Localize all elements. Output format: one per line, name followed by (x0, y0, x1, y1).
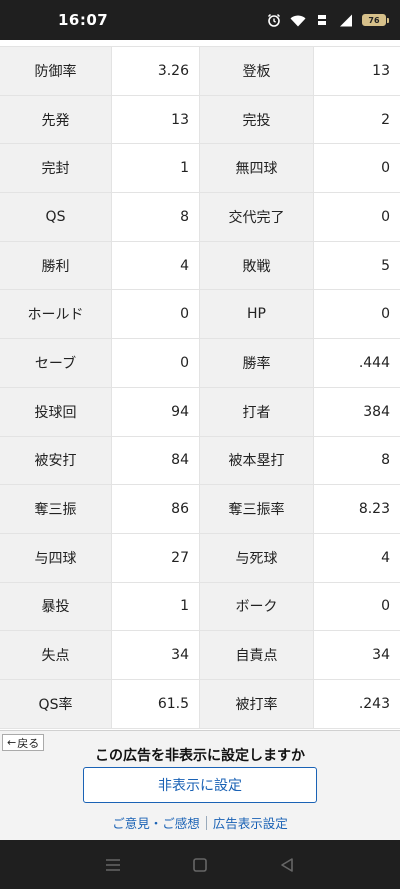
table-row: 暴投 1 ボーク 0 (0, 582, 400, 632)
status-time: 16:07 (58, 11, 109, 29)
stat-value: 0 (314, 144, 400, 193)
stat-label: 失点 (0, 631, 112, 679)
stat-label: 防御率 (0, 47, 112, 95)
battery-icon: 76 (362, 14, 389, 26)
stat-label: 被安打 (0, 436, 112, 485)
stat-label: セーブ (0, 339, 112, 387)
stat-value: 2 (314, 95, 400, 144)
stat-value: 8.23 (314, 485, 400, 533)
table-row: 先発 13 完投 2 (0, 95, 400, 145)
link-divider (205, 815, 207, 830)
stat-label: 被打率 (200, 679, 314, 728)
volte-icon (314, 13, 330, 27)
back-nav-icon[interactable] (277, 855, 297, 875)
ad-links: ご意見・ご感想 広告表示設定 (0, 813, 400, 832)
stat-label: HP (200, 290, 314, 339)
table-row: 防御率 3.26 登板 13 (0, 47, 400, 96)
stat-label: 与死球 (200, 533, 314, 582)
stat-label: ホールド (0, 290, 112, 339)
stat-label: 敗戦 (200, 241, 314, 290)
stat-value: 61.5 (112, 679, 200, 728)
stat-label: 無四球 (200, 144, 314, 193)
stat-value: 384 (314, 387, 400, 436)
stat-value: 4 (314, 533, 400, 582)
stat-value: 8 (112, 193, 200, 241)
battery-level: 76 (368, 15, 380, 25)
stat-value: 13 (112, 95, 200, 144)
stat-value: 3.26 (112, 47, 200, 95)
stat-value: 86 (112, 485, 200, 533)
stat-label: 打者 (200, 387, 314, 436)
wifi-icon (290, 13, 306, 27)
stat-label: 奪三振 (0, 485, 112, 533)
table-row: 勝利 4 敗戦 5 (0, 241, 400, 291)
pitching-stats-table: 防御率 3.26 登板 13 先発 13 完投 2 完封 1 無四球 0 QS 8 交代完了 0 勝利 4 敗戦 5 ホ… (0, 46, 400, 729)
stat-label: 登板 (200, 47, 314, 95)
stat-label: 奪三振率 (200, 485, 314, 533)
navigation-bar (0, 840, 400, 889)
table-row: 奪三振 86 奪三振率 8.23 (0, 485, 400, 534)
stat-value: 0 (314, 193, 400, 241)
table-row: 投球回 94 打者 384 (0, 387, 400, 437)
stat-value: .444 (314, 339, 400, 387)
stat-label: ボーク (200, 582, 314, 631)
home-icon[interactable] (190, 855, 210, 875)
stat-value: 0 (314, 582, 400, 631)
stat-value: 94 (112, 387, 200, 436)
table-row: QS 8 交代完了 0 (0, 193, 400, 242)
table-row: QS率 61.5 被打率 .243 (0, 679, 400, 729)
stat-value: 34 (314, 631, 400, 679)
stat-value: 13 (314, 47, 400, 95)
stat-value: 1 (112, 582, 200, 631)
stat-value: 5 (314, 241, 400, 290)
stat-value: 84 (112, 436, 200, 485)
table-row: 完封 1 無四球 0 (0, 144, 400, 194)
stat-value: 8 (314, 436, 400, 485)
stat-label: 自責点 (200, 631, 314, 679)
alarm-icon (266, 13, 282, 27)
stat-value: 4 (112, 241, 200, 290)
stat-value: 0 (314, 290, 400, 339)
feedback-link[interactable]: ご意見・ご感想 (112, 813, 200, 832)
stat-value: 34 (112, 631, 200, 679)
stat-label: QS率 (0, 679, 112, 728)
table-row: 与四球 27 与死球 4 (0, 533, 400, 583)
stat-value: 0 (112, 290, 200, 339)
status-icons: 76 (266, 13, 389, 27)
table-row: 失点 34 自責点 34 (0, 631, 400, 680)
table-row: 被安打 84 被本塁打 8 (0, 436, 400, 486)
stat-value: .243 (314, 679, 400, 728)
stat-value: 27 (112, 533, 200, 582)
menu-icon[interactable] (103, 855, 123, 875)
hide-ad-button[interactable]: 非表示に設定 (83, 767, 317, 803)
stat-label: 勝利 (0, 241, 112, 290)
stat-label: 与四球 (0, 533, 112, 582)
stat-label: 交代完了 (200, 193, 314, 241)
stat-label: 完封 (0, 144, 112, 193)
ad-hide-title: この広告を非表示に設定しますか (95, 748, 305, 764)
stat-label: 投球回 (0, 387, 112, 436)
status-bar: 16:07 76 (0, 0, 400, 40)
ad-settings-link[interactable]: 広告表示設定 (213, 813, 288, 832)
stat-label: 勝率 (200, 339, 314, 387)
table-row: ホールド 0 HP 0 (0, 290, 400, 340)
stat-label: 完投 (200, 95, 314, 144)
stat-label: 先発 (0, 95, 112, 144)
ad-hide-panel: ← 戻る この広告を非表示に設定しますか 非表示に設定 ご意見・ご感想 広告表示… (0, 730, 400, 840)
stat-label: 暴投 (0, 582, 112, 631)
stat-value: 0 (112, 339, 200, 387)
signal-icon (338, 13, 354, 27)
stat-value: 1 (112, 144, 200, 193)
stat-label: QS (0, 193, 112, 241)
stat-label: 被本塁打 (200, 436, 314, 485)
table-row: セーブ 0 勝率 .444 (0, 339, 400, 388)
